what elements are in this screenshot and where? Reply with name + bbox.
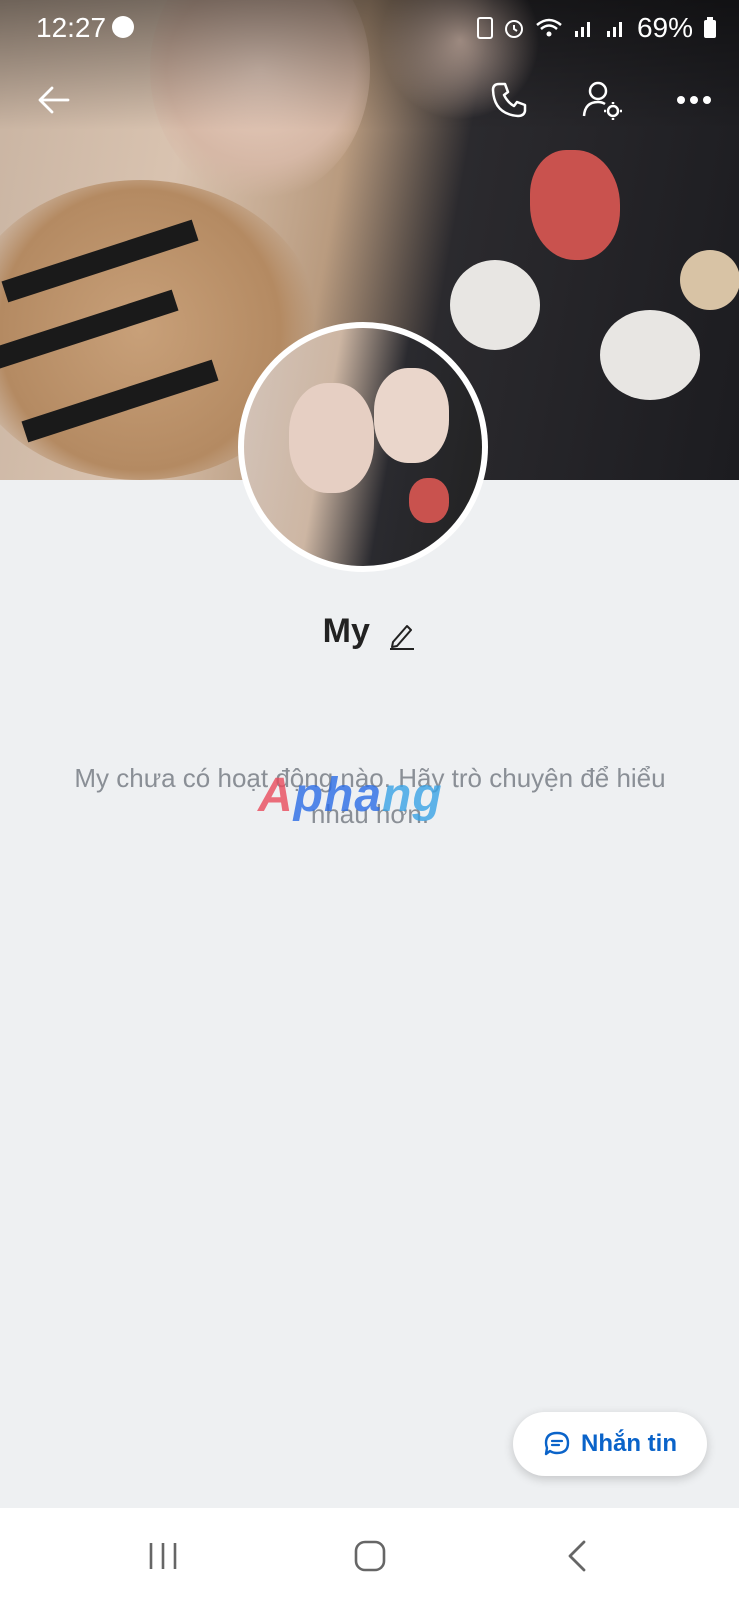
arrow-left-icon — [38, 86, 70, 114]
status-time: 12:27 — [36, 12, 107, 43]
send-message-button[interactable]: Nhắn tin — [513, 1412, 707, 1476]
chat-bubble-icon — [544, 1431, 570, 1456]
more-button[interactable] — [670, 76, 718, 124]
phone-icon — [491, 82, 527, 118]
send-message-label: Nhắn tin — [581, 1430, 677, 1457]
battery-icon — [704, 17, 716, 38]
sim-icon — [476, 17, 493, 39]
signal-icon — [574, 22, 590, 37]
profile-name: My — [322, 612, 370, 650]
back-icon — [568, 1540, 586, 1572]
profile-name-row: My — [0, 612, 739, 655]
back-button[interactable] — [30, 76, 78, 124]
system-nav-bar — [0, 1508, 739, 1600]
call-button[interactable] — [485, 76, 533, 124]
recent-apps-icon — [149, 1543, 177, 1569]
battery-percent: 69% — [636, 12, 693, 43]
home-button[interactable] — [340, 1534, 400, 1578]
pencil-icon — [390, 625, 415, 651]
system-back-button[interactable] — [547, 1534, 607, 1578]
alarm-icon — [504, 20, 523, 38]
home-icon — [354, 1540, 386, 1572]
status-bar: 12:27 69% — [0, 0, 739, 52]
avatar[interactable] — [238, 322, 488, 572]
profile-settings-button[interactable] — [578, 76, 626, 124]
top-bar — [0, 60, 739, 140]
recent-apps-button[interactable] — [133, 1534, 193, 1578]
wifi-icon — [536, 18, 562, 37]
more-horizontal-icon — [677, 96, 711, 104]
globe-icon — [112, 16, 134, 38]
watermark-logo: Aphang — [258, 769, 443, 822]
user-settings-icon — [582, 81, 622, 120]
signal-icon-2 — [606, 22, 622, 37]
edit-name-button[interactable] — [388, 620, 416, 655]
